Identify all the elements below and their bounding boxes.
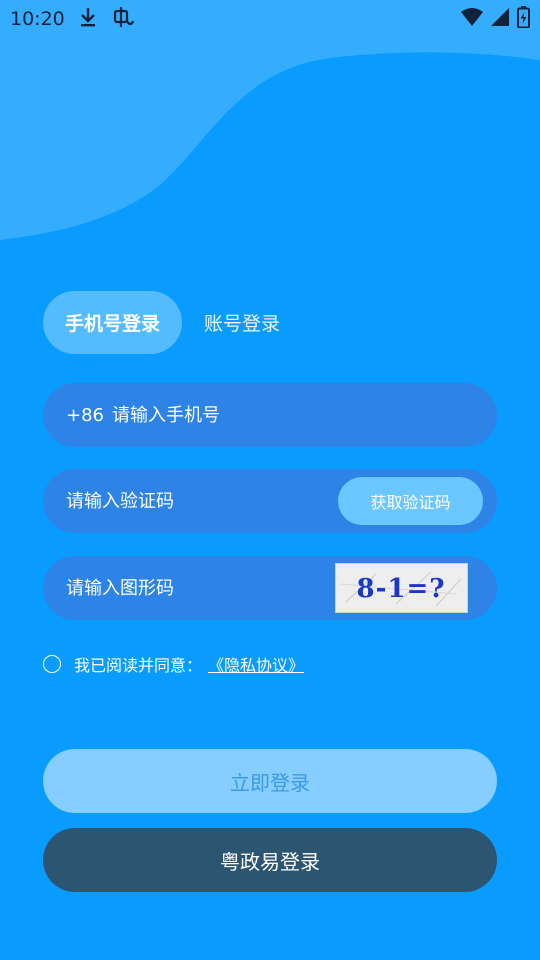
battery-charging-icon <box>517 6 530 32</box>
captcha-image[interactable]: 8-1=? <box>335 563 468 613</box>
download-icon <box>79 6 97 32</box>
signal-icon <box>491 8 509 30</box>
header-wave <box>0 0 540 240</box>
login-button[interactable]: 立即登录 <box>43 749 497 813</box>
phone-input[interactable] <box>112 404 497 426</box>
agreement-radio[interactable] <box>43 655 61 673</box>
agreement-row: 我已阅读并同意： 《隐私协议》 <box>43 652 304 676</box>
get-code-button[interactable]: 获取验证码 <box>338 477 483 525</box>
captcha-input[interactable] <box>66 577 316 599</box>
privacy-link[interactable]: 《隐私协议》 <box>208 652 304 676</box>
sms-code-field: 获取验证码 <box>43 469 497 533</box>
phone-field: +86 <box>43 383 497 447</box>
captcha-field: 8-1=? <box>43 556 497 620</box>
agreement-text: 我已阅读并同意： <box>74 656 203 675</box>
wifi-icon <box>461 8 483 30</box>
bug-icon <box>111 5 135 33</box>
login-tabs: 手机号登录 账号登录 <box>43 291 280 354</box>
status-bar: 10:20 <box>0 0 540 38</box>
sms-code-input[interactable] <box>66 490 316 512</box>
captcha-text: 8-1=? <box>357 574 446 604</box>
tab-phone-login[interactable]: 手机号登录 <box>43 291 183 354</box>
yzy-login-button[interactable]: 粤政易登录 <box>43 828 497 892</box>
status-time: 10:20 <box>10 8 65 30</box>
tab-account-login[interactable]: 账号登录 <box>204 309 280 336</box>
country-code[interactable]: +86 <box>66 405 104 426</box>
